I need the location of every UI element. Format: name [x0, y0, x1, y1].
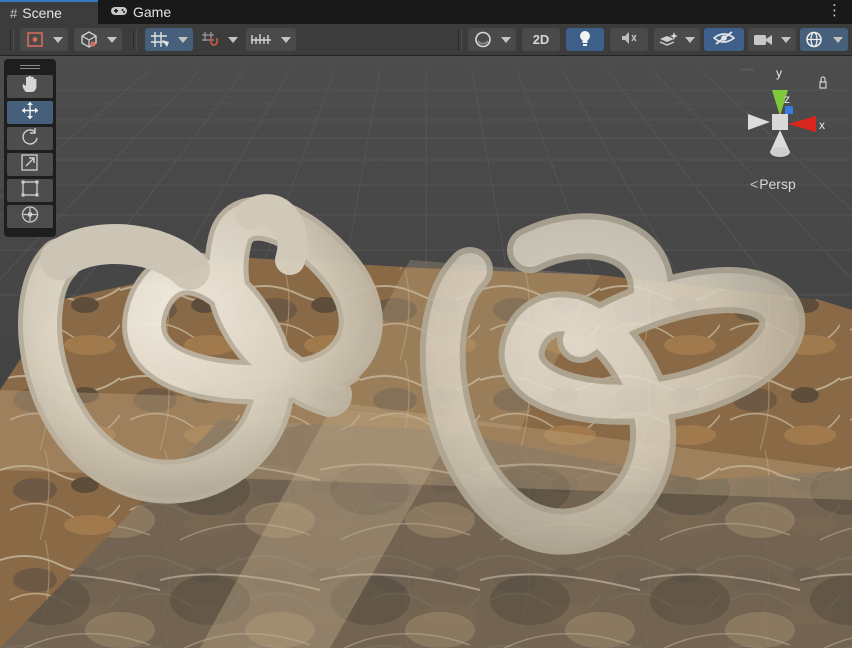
scene-viewport[interactable]: y z x <Persp	[0, 56, 852, 648]
gamepad-icon	[110, 5, 128, 20]
global-cube-icon	[80, 31, 98, 51]
gizmo-y-label: y	[776, 66, 782, 80]
rotate-icon	[20, 127, 40, 151]
layers-effects-icon	[659, 31, 679, 51]
gizmo-z-label: z	[784, 92, 790, 106]
draw-mode-button[interactable]	[468, 28, 516, 51]
eye-hidden-icon	[712, 30, 736, 49]
toggle-2d-label: 2D	[532, 32, 550, 47]
toolbar-separator	[133, 30, 137, 50]
tab-scene[interactable]: # Scene	[0, 0, 98, 24]
orientation-gizmo[interactable]: y z x	[730, 66, 840, 178]
view-tool-button[interactable]	[7, 75, 53, 98]
pivot-icon	[26, 31, 44, 51]
scale-icon	[20, 153, 40, 177]
grid-snapping-button[interactable]	[145, 28, 193, 51]
gizmo-x-label: x	[819, 118, 825, 132]
tab-game[interactable]: Game	[100, 0, 180, 24]
move-icon	[20, 101, 40, 125]
tools-palette[interactable]	[4, 59, 56, 237]
hand-icon	[20, 75, 40, 99]
audio-toggle-button[interactable]	[610, 28, 648, 51]
x-axis-cone	[788, 116, 816, 132]
magnet-grid-icon	[201, 31, 221, 51]
tool-handle-position-button[interactable]	[20, 28, 68, 51]
increment-snapping-button[interactable]	[199, 28, 243, 51]
speaker-mute-icon	[620, 30, 638, 49]
scale-tool-button[interactable]	[7, 153, 53, 176]
grid-hash-icon: #	[10, 5, 18, 21]
rect-tool-icon	[20, 179, 40, 203]
ruler-snap-button[interactable]	[246, 28, 296, 51]
scene-toolbar: 2D	[0, 24, 852, 56]
projection-toggle[interactable]: <Persp	[750, 176, 796, 192]
gizmo-globe-icon	[805, 31, 823, 51]
ruler-icon	[250, 31, 272, 51]
scene-view-window: # Scene Game ⋮ 2D y z x <Persp	[0, 0, 852, 648]
video-camera-icon	[753, 32, 773, 50]
scene-visibility-button[interactable]	[704, 28, 744, 51]
scene-render	[0, 69, 852, 648]
more-options-icon[interactable]: ⋮	[827, 3, 842, 19]
toggle-2d-button[interactable]: 2D	[522, 28, 560, 51]
lightbulb-icon	[578, 30, 592, 50]
projection-label: Persp	[759, 176, 796, 192]
tab-scene-label: Scene	[22, 5, 62, 21]
transform-tool-button[interactable]	[7, 205, 53, 228]
gizmos-button[interactable]	[800, 28, 848, 51]
transform-icon	[20, 205, 40, 229]
shaded-sphere-icon	[474, 31, 492, 51]
toolbar-separator	[458, 30, 462, 50]
grid-snap-icon	[150, 31, 170, 51]
move-tool-button[interactable]	[7, 101, 53, 124]
effects-button[interactable]	[654, 28, 700, 51]
scene-camera-button[interactable]	[748, 28, 796, 51]
toolbar-separator	[10, 30, 14, 50]
tab-game-label: Game	[133, 4, 172, 20]
tab-bar: # Scene Game ⋮	[0, 0, 852, 24]
rect-tool-button[interactable]	[7, 179, 53, 202]
tool-handle-rotation-button[interactable]	[74, 28, 122, 51]
palette-drag-handle[interactable]	[7, 62, 53, 72]
scene-lighting-button[interactable]	[566, 28, 604, 51]
chevron-left-icon: <	[750, 176, 759, 192]
rotate-tool-button[interactable]	[7, 127, 53, 150]
